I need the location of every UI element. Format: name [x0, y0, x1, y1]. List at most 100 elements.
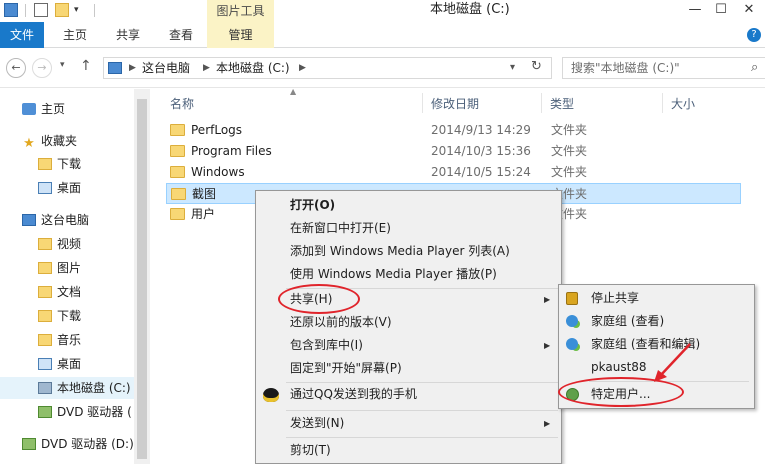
nav-item-downloads-pc[interactable]: 下载 — [38, 305, 81, 327]
tab-share[interactable]: 共享 — [110, 22, 146, 48]
navigation-bar: ← → ▾ ↑ ▶ 这台电脑 ▶ 本地磁盘 (C:) ▶ ▾ ↻ 搜索"本地磁盘… — [0, 48, 765, 88]
menu-item-open[interactable]: 打开(O) — [258, 194, 559, 217]
nav-item-label: 下载 — [57, 309, 82, 323]
folder-icon — [170, 208, 185, 220]
file-row[interactable]: Program Files 2014/10/3 15:36 文件夹 — [166, 141, 741, 162]
nav-item-music[interactable]: 音乐 — [38, 329, 81, 351]
nav-scrollbar-thumb[interactable] — [137, 99, 147, 459]
file-row[interactable]: PerfLogs 2014/9/13 14:29 文件夹 — [166, 120, 741, 141]
menu-item-restore-versions[interactable]: 还原以前的版本(V) — [258, 311, 559, 334]
breadcrumb-drive-c[interactable]: 本地磁盘 (C:) — [216, 58, 290, 78]
annotation-circle-share — [278, 284, 360, 314]
file-row[interactable]: Windows 2014/10/5 15:24 文件夹 — [166, 162, 741, 183]
nav-item-label: 音乐 — [57, 333, 82, 347]
forward-button[interactable]: → — [32, 58, 52, 78]
nav-item-pictures[interactable]: 图片 — [38, 257, 81, 279]
nav-item-label: 本地磁盘 (C:) — [57, 381, 131, 395]
picture-tools-tab[interactable]: 图片工具 — [207, 0, 274, 22]
new-folder-icon[interactable] — [55, 3, 69, 17]
nav-item-home[interactable]: 主页 — [22, 98, 65, 120]
breadcrumb-this-pc[interactable]: 这台电脑 — [142, 58, 190, 78]
file-name: Windows — [191, 165, 245, 179]
tab-manage[interactable]: 管理 — [207, 22, 274, 48]
download-folder-icon — [38, 158, 52, 170]
nav-item-local-disk-c[interactable]: 本地磁盘 (C:) — [0, 377, 134, 399]
minimize-button[interactable]: — — [684, 0, 706, 20]
search-box[interactable]: 搜索"本地磁盘 (C:)" ⌕ — [562, 57, 765, 79]
nav-item-label: 桌面 — [57, 357, 82, 371]
folder-icon — [171, 188, 186, 200]
context-menu: 打开(O) 在新窗口中打开(E) 添加到 Windows Media Playe… — [255, 190, 562, 464]
nav-item-label: 图片 — [57, 261, 82, 275]
qq-penguin-icon — [263, 388, 279, 402]
menu-item-play-with-wmp[interactable]: 使用 Windows Media Player 播放(P) — [258, 263, 559, 286]
computer-icon — [108, 62, 122, 74]
menu-item-cut[interactable]: 剪切(T) — [258, 439, 559, 462]
file-name: PerfLogs — [191, 123, 243, 137]
star-icon: ★ — [23, 136, 35, 151]
folder-icon — [170, 124, 185, 136]
menu-item-homegroup-view[interactable]: 家庭组 (查看) — [561, 310, 752, 333]
dvd-icon — [38, 406, 52, 418]
recent-locations-icon[interactable]: ▾ — [60, 60, 65, 70]
column-name[interactable]: 名称 — [170, 95, 194, 112]
menu-item-send-qq[interactable]: 通过QQ发送到我的手机 — [258, 383, 559, 406]
submenu-arrow-icon: ▶ — [544, 295, 551, 304]
nav-item-favorites[interactable]: ★ 收藏夹 — [22, 130, 77, 152]
video-folder-icon — [38, 238, 52, 250]
chevron-right-icon[interactable]: ▶ — [299, 58, 306, 78]
document-folder-icon — [38, 286, 52, 298]
menu-separator — [286, 410, 558, 411]
nav-item-dvd-drive[interactable]: DVD 驱动器 ( — [38, 401, 132, 423]
customize-toolbar-icon[interactable]: ▾ — [74, 3, 84, 17]
nav-item-desktop[interactable]: 桌面 — [38, 177, 81, 199]
properties-icon[interactable] — [34, 3, 48, 17]
menu-item-include-in-library[interactable]: 包含到库中(I) ▶ — [258, 334, 559, 357]
back-button[interactable]: ← — [6, 58, 26, 78]
folder-icon — [170, 145, 185, 157]
menu-item-open-new-window[interactable]: 在新窗口中打开(E) — [258, 217, 559, 240]
refresh-icon[interactable]: ↻ — [531, 59, 542, 74]
maximize-button[interactable]: ☐ — [710, 0, 732, 20]
search-input[interactable]: 搜索"本地磁盘 (C:)" — [571, 58, 680, 78]
column-type[interactable]: 类型 — [550, 95, 574, 112]
file-name: 用户 — [191, 207, 216, 221]
nav-scrollbar[interactable] — [134, 89, 150, 464]
help-icon[interactable]: ? — [747, 28, 761, 42]
column-divider — [422, 93, 423, 113]
desktop-icon — [38, 182, 52, 194]
search-icon[interactable]: ⌕ — [751, 60, 758, 75]
ribbon-tabs: 文件 主页 共享 查看 管理 ? — [0, 22, 765, 48]
nav-item-this-pc[interactable]: 这台电脑 — [22, 209, 89, 231]
chevron-right-icon[interactable]: ▶ — [203, 58, 210, 78]
nav-item-dvd-drive-d[interactable]: DVD 驱动器 (D:) — [22, 433, 134, 455]
nav-item-downloads[interactable]: 下载 — [38, 153, 81, 175]
tab-view[interactable]: 查看 — [162, 22, 200, 48]
dvd-icon — [22, 438, 36, 450]
file-type: 文件夹 — [551, 165, 588, 179]
address-dropdown-icon[interactable]: ▾ — [510, 58, 515, 78]
close-button[interactable]: ✕ — [738, 0, 760, 20]
homegroup-icon — [566, 315, 578, 327]
annotation-arrow — [654, 343, 691, 382]
column-size[interactable]: 大小 — [671, 95, 695, 112]
nav-item-desktop-pc[interactable]: 桌面 — [38, 353, 81, 375]
nav-item-label: 收藏夹 — [41, 134, 78, 148]
tab-home[interactable]: 主页 — [56, 22, 94, 48]
chevron-right-icon[interactable]: ▶ — [129, 58, 136, 78]
nav-item-label: 主页 — [41, 102, 66, 116]
column-divider — [662, 93, 663, 113]
column-date[interactable]: 修改日期 — [431, 95, 479, 112]
up-icon[interactable]: ↑ — [80, 58, 92, 74]
menu-item-add-to-wmp-list[interactable]: 添加到 Windows Media Player 列表(A) — [258, 240, 559, 263]
explorer-app-icon[interactable] — [4, 3, 18, 17]
menu-item-pin-to-start[interactable]: 固定到"开始"屏幕(P) — [258, 357, 559, 380]
menu-item-stop-sharing[interactable]: 停止共享 — [561, 287, 752, 310]
download-folder-icon — [38, 310, 52, 322]
nav-item-videos[interactable]: 视频 — [38, 233, 81, 255]
address-bar[interactable]: ▶ 这台电脑 ▶ 本地磁盘 (C:) ▶ ▾ ↻ — [103, 57, 552, 79]
nav-item-documents[interactable]: 文档 — [38, 281, 81, 303]
menu-item-send-to[interactable]: 发送到(N) ▶ — [258, 412, 559, 435]
tab-file[interactable]: 文件 — [0, 22, 44, 48]
computer-icon — [22, 214, 36, 226]
